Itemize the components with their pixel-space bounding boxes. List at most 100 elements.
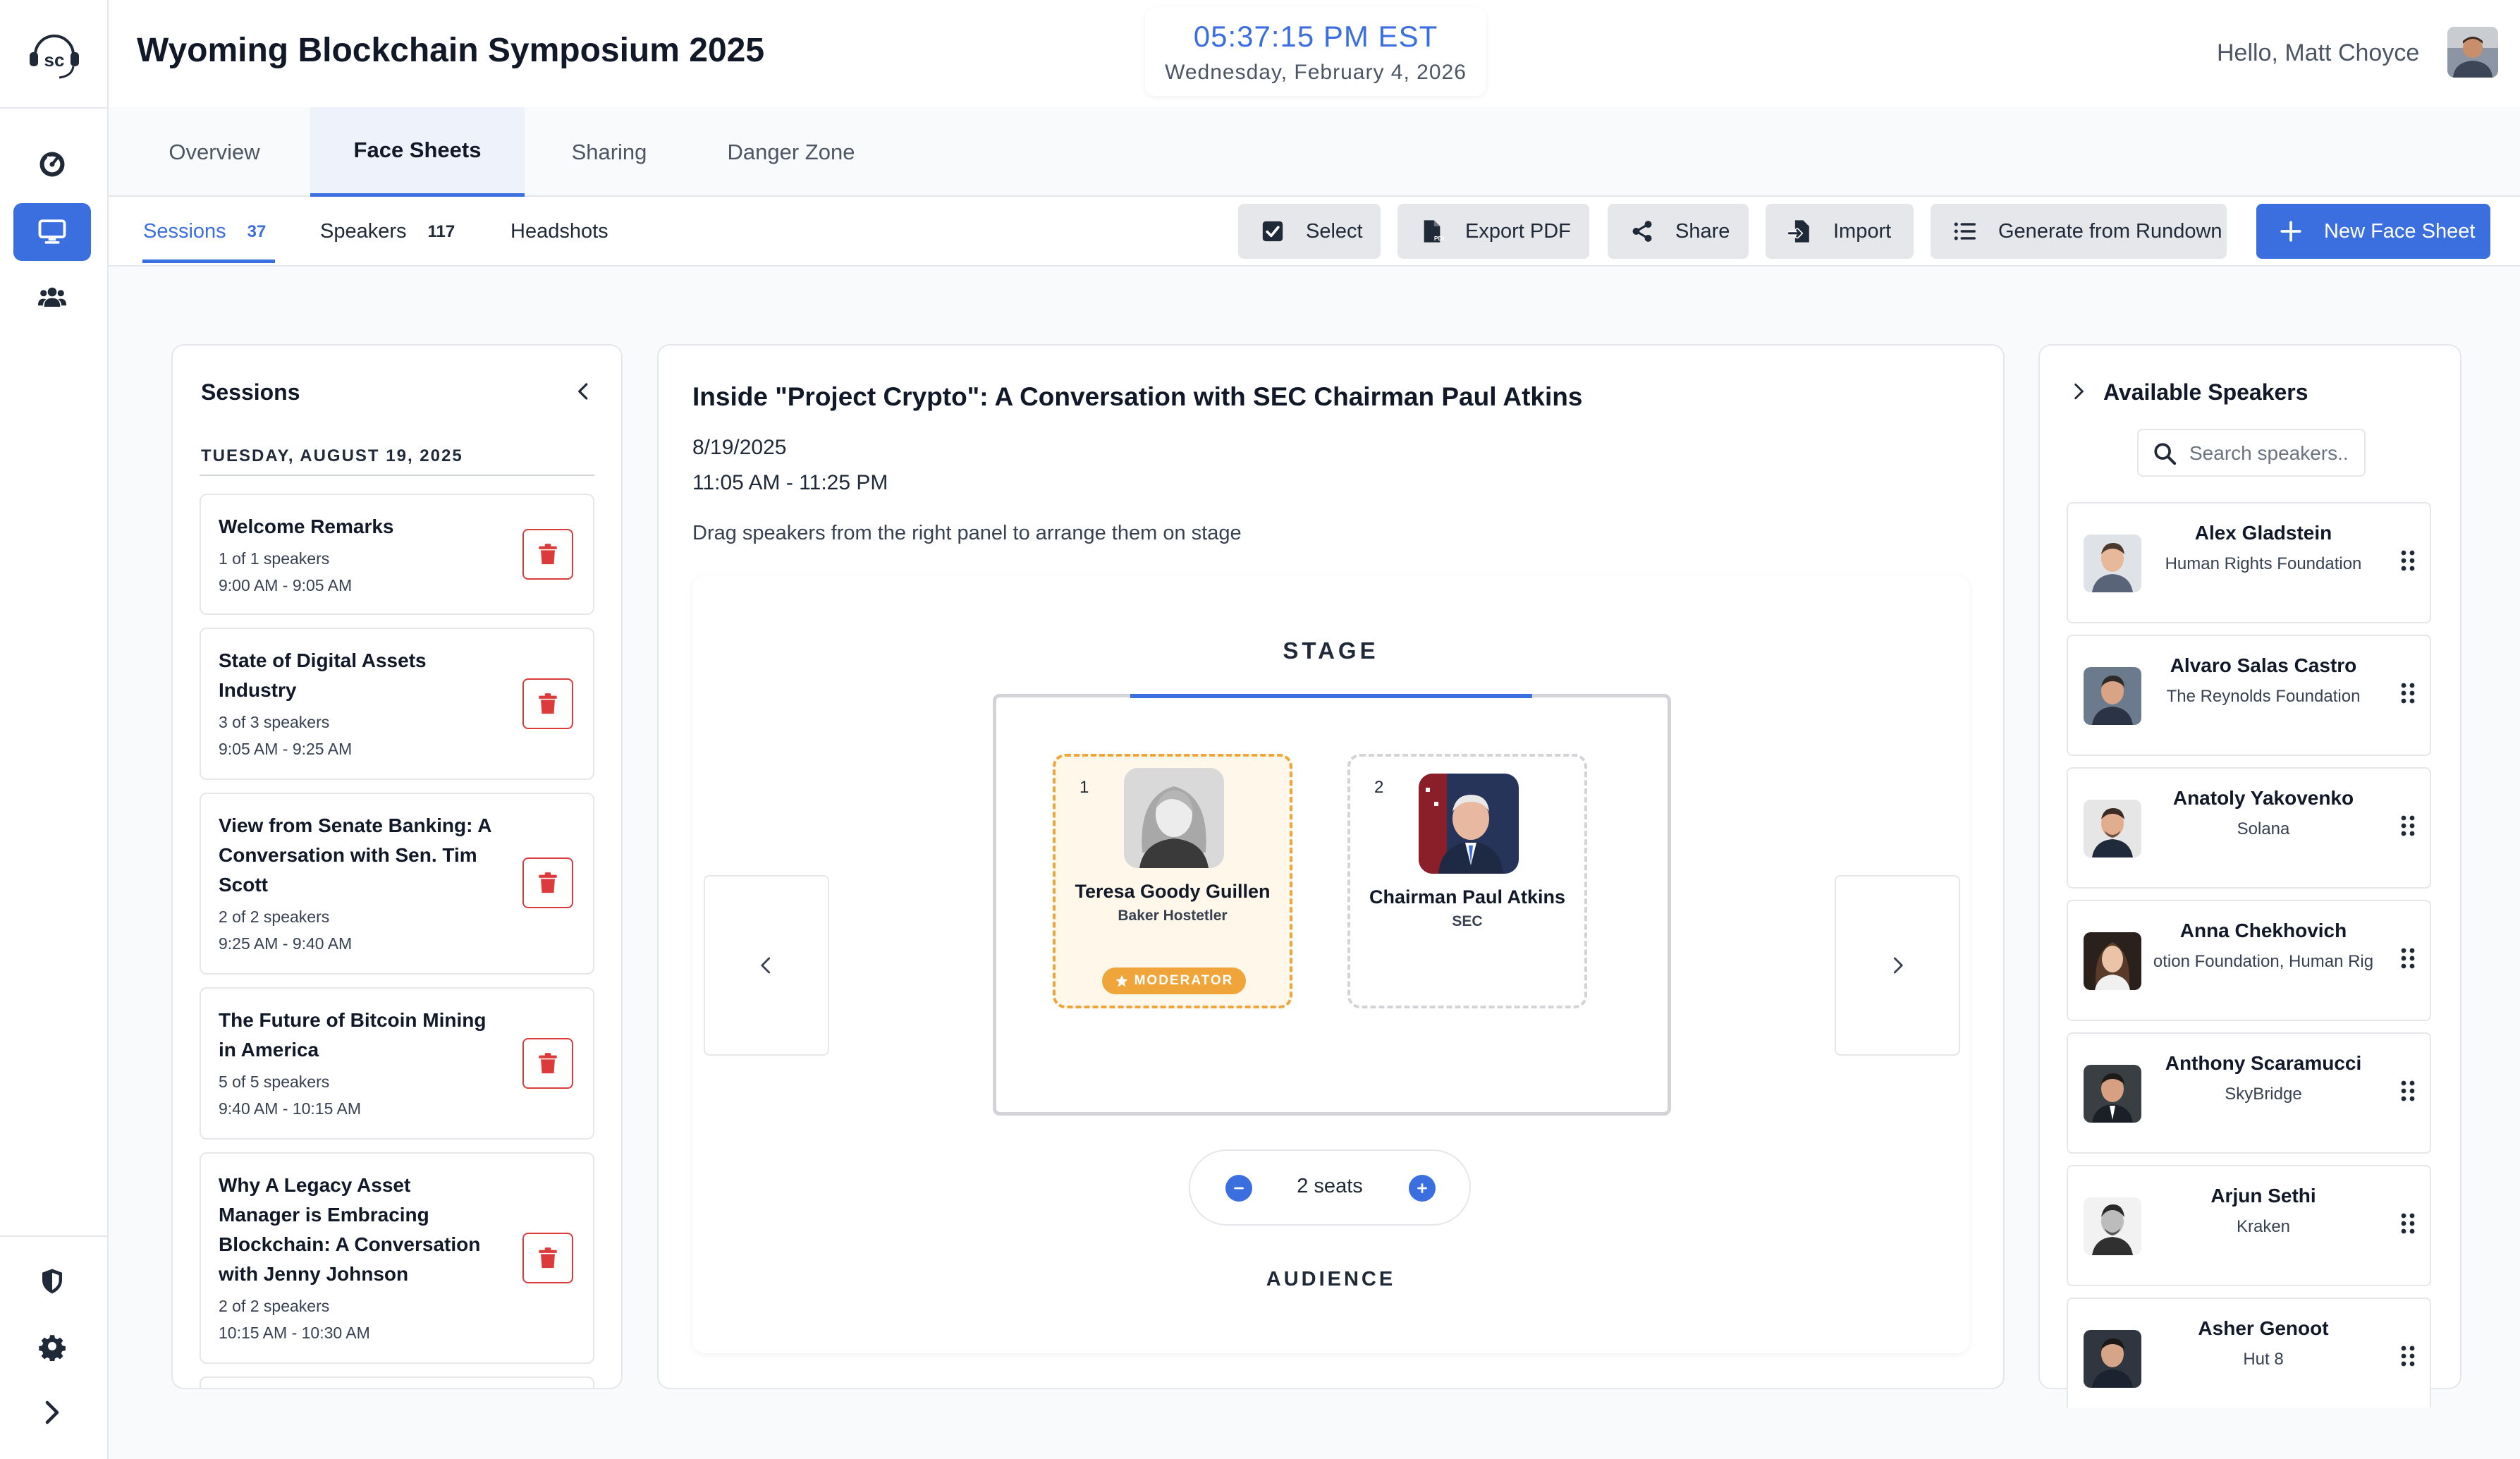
trash-icon <box>539 1247 557 1269</box>
speaker-card[interactable]: Asher Genoot Hut 8 <box>2067 1298 2431 1408</box>
seat-number: 1 <box>1079 778 1089 797</box>
plus-icon <box>2280 221 2301 242</box>
speaker-headshot <box>2084 932 2141 990</box>
sidebar-item-face-sheets[interactable] <box>13 203 91 261</box>
speaker-headshot <box>2084 535 2141 592</box>
trash-icon <box>539 544 557 565</box>
speaker-headshot <box>1419 774 1519 874</box>
share-icon <box>1632 221 1652 242</box>
drag-handle-icon[interactable] <box>2399 814 2416 838</box>
export-pdf-button[interactable]: PDF Export PDF <box>1397 204 1589 259</box>
stage-box: 1 Teresa Goody Guillen Baker Hostetler M… <box>993 694 1671 1116</box>
tab-face-sheets[interactable]: Face Sheets <box>310 107 525 197</box>
subtab-label: Sessions <box>143 220 226 243</box>
speaker-card[interactable]: Alvaro Salas Castro The Reynolds Foundat… <box>2067 635 2431 756</box>
sessions-panel: Sessions TUESDAY, AUGUST 19, 2025 Welcom… <box>171 344 623 1389</box>
delete-session-button[interactable] <box>522 857 573 908</box>
app-logo[interactable]: sc <box>25 27 83 82</box>
trash-icon <box>539 693 557 714</box>
speaker-search-input[interactable] <box>2188 437 2357 470</box>
delete-session-button[interactable] <box>522 1038 573 1089</box>
subtab-sessions[interactable]: Sessions 37 <box>143 197 266 267</box>
active-subtab-indicator <box>142 260 275 263</box>
day-heading: TUESDAY, AUGUST 19, 2025 <box>201 446 463 465</box>
collapse-chevron-icon[interactable] <box>573 381 594 402</box>
select-button[interactable]: Select <box>1238 204 1381 259</box>
session-title: State of Digital Assets Industry <box>219 649 427 701</box>
import-button[interactable]: Import <box>1766 204 1914 259</box>
drag-handle-icon[interactable] <box>2399 1344 2416 1368</box>
tab-overview[interactable]: Overview <box>151 107 278 197</box>
delete-session-button[interactable] <box>522 529 573 580</box>
speaker-card[interactable]: Anthony Scaramucci SkyBridge <box>2067 1032 2431 1154</box>
speaker-card[interactable]: Alex Gladstein Human Rights Foundation <box>2067 502 2431 623</box>
session-time: 9:05 AM - 9:25 AM <box>219 740 353 758</box>
sidebar-item-people[interactable] <box>13 268 91 326</box>
shield-icon <box>42 1269 62 1294</box>
sidebar: sc <box>0 0 109 1459</box>
tab-sharing[interactable]: Sharing <box>546 107 673 197</box>
seat-speaker-org: Baker Hostetler <box>1118 908 1228 924</box>
stage-prev-button[interactable] <box>704 875 829 1056</box>
tab-danger-zone[interactable]: Danger Zone <box>707 107 876 197</box>
speaker-card[interactable]: Anatoly Yakovenko Solana <box>2067 767 2431 889</box>
sessions-panel-title: Sessions <box>201 379 300 405</box>
session-card[interactable] <box>200 1376 594 1388</box>
import-label: Import <box>1833 219 1892 243</box>
drag-handle-icon[interactable] <box>2399 681 2416 705</box>
svg-text:PDF: PDF <box>1434 235 1444 242</box>
stage-seat[interactable]: 2 Chairman Paul Atkins SEC <box>1347 754 1587 1008</box>
session-card[interactable]: The Future of Bitcoin Mining in America … <box>200 987 594 1140</box>
session-card[interactable]: Why A Legacy Asset Manager is Embracing … <box>200 1152 594 1364</box>
generate-from-rundown-button[interactable]: Generate from Rundown <box>1931 204 2227 259</box>
session-speaker-count: 2 of 2 speakers <box>219 1297 330 1315</box>
stage-seat[interactable]: 1 Teresa Goody Guillen Baker Hostetler M… <box>1053 754 1292 1008</box>
session-speaker-count: 2 of 2 speakers <box>219 908 330 926</box>
sidebar-item-dashboard[interactable] <box>13 135 91 193</box>
speaker-card[interactable]: Anna Chekhovich otion Foundation, Human … <box>2067 900 2431 1021</box>
speaker-org: Kraken <box>2236 1217 2291 1236</box>
stage-layout: STAGE 1 Teresa Goody Guillen Baker Hoste… <box>692 575 1969 1353</box>
session-card[interactable]: State of Digital Assets Industry 3 of 3 … <box>200 628 594 780</box>
chevron-right-icon <box>1893 957 1903 974</box>
increase-seats-button[interactable] <box>1409 1175 1436 1202</box>
speaker-headshot <box>2084 667 2141 725</box>
trash-icon <box>539 872 557 893</box>
sidebar-item-security[interactable] <box>13 1252 91 1310</box>
sidebar-item-settings[interactable] <box>13 1317 91 1375</box>
drag-handle-icon[interactable] <box>2399 1079 2416 1103</box>
speakers-panel-title: Available Speakers <box>2103 379 2308 405</box>
subtab-headshots[interactable]: Headshots <box>510 197 608 267</box>
session-card[interactable]: View from Senate Banking: A Conversation… <box>200 793 594 975</box>
session-title: The Future of Bitcoin Mining in America <box>219 1009 487 1061</box>
speaker-org: Human Rights Foundation <box>2165 554 2362 573</box>
drag-handle-icon[interactable] <box>2399 549 2416 573</box>
session-detail-date: 8/19/2025 <box>692 436 787 459</box>
stage-next-button[interactable] <box>1835 875 1960 1056</box>
export-pdf-label: Export PDF <box>1465 219 1571 243</box>
speaker-headshot <box>2084 1197 2141 1255</box>
share-button[interactable]: Share <box>1608 204 1749 259</box>
select-label: Select <box>1306 219 1363 243</box>
speaker-name: Asher Genoot <box>2198 1317 2329 1339</box>
speaker-headshot <box>1124 768 1224 868</box>
monitor-icon <box>38 219 66 244</box>
speaker-card[interactable]: Arjun Sethi Kraken <box>2067 1165 2431 1286</box>
seat-speaker-name: Teresa Goody Guillen <box>1075 881 1271 902</box>
expand-chevron-icon[interactable] <box>2069 382 2088 401</box>
avatar[interactable] <box>2447 27 2498 78</box>
drag-handle-icon[interactable] <box>2399 1211 2416 1235</box>
session-card[interactable]: Welcome Remarks 1 of 1 speakers 9:00 AM … <box>200 494 594 615</box>
users-icon <box>37 287 67 307</box>
speaker-headshot <box>2084 1330 2141 1388</box>
sidebar-expand[interactable] <box>13 1384 91 1441</box>
speaker-headshot <box>2084 800 2141 857</box>
new-face-sheet-button[interactable]: New Face Sheet <box>2256 204 2490 259</box>
delete-session-button[interactable] <box>522 678 573 729</box>
available-speakers-panel: Available Speakers Alex Gladstein Human … <box>2038 344 2461 1408</box>
logo-text: sc <box>44 49 65 71</box>
speaker-org: Solana <box>2237 819 2290 838</box>
subtab-speakers[interactable]: Speakers 117 <box>320 197 455 267</box>
delete-session-button[interactable] <box>522 1233 573 1283</box>
drag-handle-icon[interactable] <box>2399 946 2416 970</box>
